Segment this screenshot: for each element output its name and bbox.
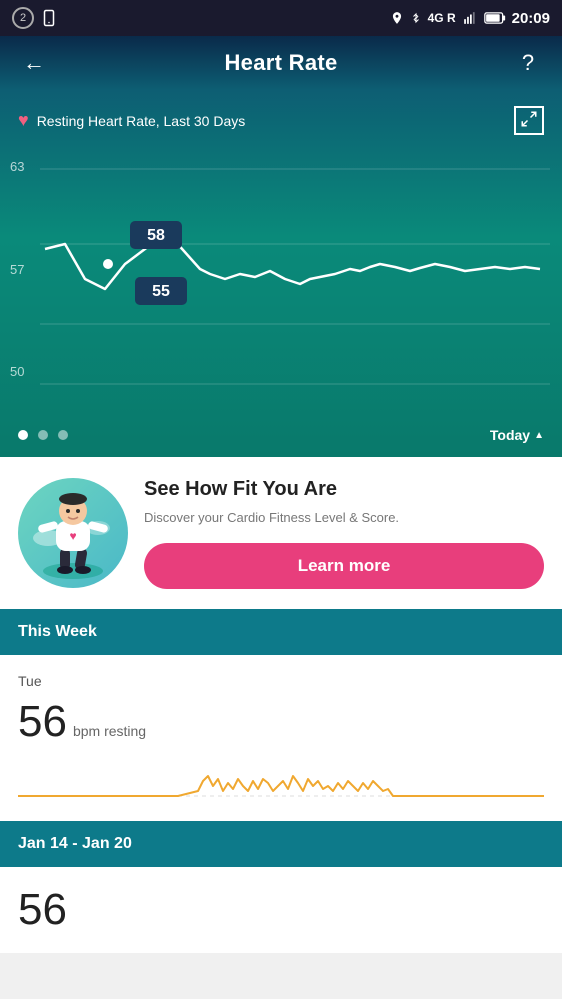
fitness-card: ♥ See How Fit You Are Discover your Card… [0, 457, 562, 609]
mini-chart-svg [18, 761, 544, 811]
date-range-content: 56 [0, 867, 562, 953]
fitness-card-description: Discover your Cardio Fitness Level & Sco… [144, 509, 544, 527]
bpm-value: 56 [18, 697, 67, 747]
chart-title-inner: ♥ Resting Heart Rate, Last 30 Days [18, 110, 245, 131]
date-range-bpm: 56 [18, 885, 544, 935]
y-label-57: 57 [10, 262, 24, 277]
heart-icon: ♥ [18, 110, 29, 131]
y-label-50: 50 [10, 364, 24, 379]
chart-subtitle: Resting Heart Rate, Last 30 Days [37, 113, 246, 129]
mini-activity-chart [18, 761, 544, 821]
heart-rate-chart: 63 57 50 58 55 [0, 149, 562, 419]
week-row: Tue 56 bpm resting [0, 655, 562, 821]
y-axis-labels: 63 57 50 [10, 149, 24, 419]
expand-icon[interactable] [514, 106, 544, 135]
dot-1[interactable] [18, 430, 28, 440]
signal-icon [462, 11, 478, 25]
y-label-63: 63 [10, 159, 24, 174]
help-button[interactable]: ? [512, 50, 544, 76]
phone-icon [40, 9, 58, 27]
status-bar: 2 4G R 20:09 [0, 0, 562, 36]
back-button[interactable]: ← [18, 50, 50, 76]
svg-text:55: 55 [152, 283, 170, 300]
today-arrow-icon: ▲ [534, 430, 544, 441]
time-label: 20:09 [512, 10, 550, 27]
circle-number-icon: 2 [12, 7, 34, 29]
bluetooth-icon [410, 11, 422, 25]
pagination-row: Today ▲ [0, 419, 562, 457]
dot-3[interactable] [58, 430, 68, 440]
date-range-header: Jan 14 - Jan 20 [0, 821, 562, 867]
chart-title-row: ♥ Resting Heart Rate, Last 30 Days [0, 106, 562, 149]
this-week-header: This Week [0, 609, 562, 655]
fitness-illustration: ♥ [18, 478, 128, 588]
fitness-card-title: See How Fit You Are [144, 477, 544, 501]
bpm-unit: bpm resting [73, 723, 146, 739]
chart-svg: 58 55 [0, 149, 562, 419]
battery-icon [484, 12, 506, 24]
chart-area: ♥ Resting Heart Rate, Last 30 Days 63 57… [0, 90, 562, 457]
today-label[interactable]: Today ▲ [490, 427, 544, 443]
fitness-content: See How Fit You Are Discover your Cardio… [144, 477, 544, 589]
network-label: 4G R [428, 11, 456, 25]
learn-more-button[interactable]: Learn more [144, 543, 544, 589]
week-day-label: Tue [18, 673, 544, 689]
app-header: ← Heart Rate ? [0, 36, 562, 90]
fitness-figure-svg: ♥ [28, 483, 118, 583]
week-bpm-row: 56 bpm resting [18, 697, 544, 747]
page-title: Heart Rate [224, 50, 337, 76]
location-icon [390, 11, 404, 25]
svg-text:♥: ♥ [69, 529, 76, 543]
dot-2[interactable] [38, 430, 48, 440]
pagination-dots [18, 430, 68, 440]
status-right: 4G R 20:09 [390, 10, 550, 27]
svg-text:58: 58 [147, 227, 165, 244]
status-left: 2 [12, 7, 58, 29]
